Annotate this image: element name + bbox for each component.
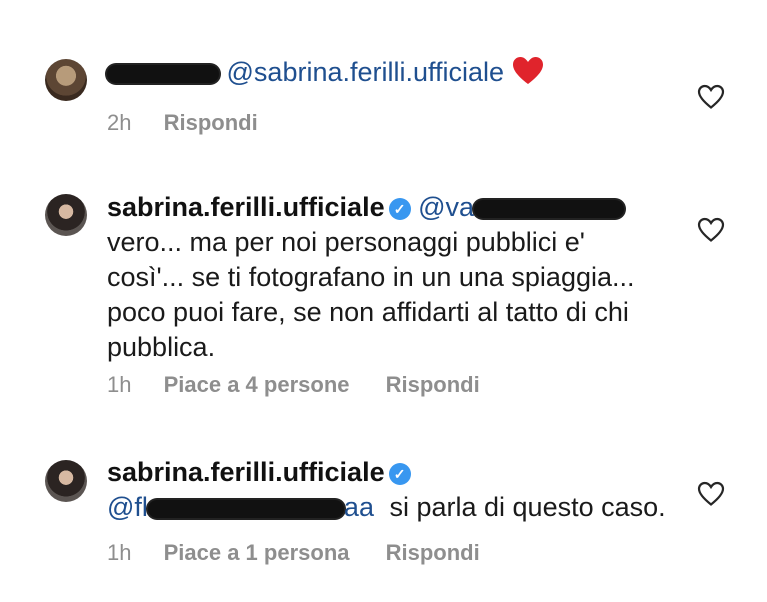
username[interactable]: sabrina.ferilli.ufficiale — [107, 457, 385, 487]
like-heart-icon[interactable] — [697, 84, 725, 110]
mention-link[interactable]: @sabrina.ferilli.ufficiale — [227, 57, 505, 87]
comment-body: @sabrina.ferilli.ufficiale — [107, 55, 667, 90]
avatar[interactable] — [45, 194, 87, 236]
like-heart-icon[interactable] — [697, 217, 725, 243]
mention-link[interactable]: @fl aa — [107, 492, 374, 522]
mention-link[interactable]: @va — [418, 192, 625, 222]
avatar[interactable] — [45, 59, 87, 101]
reply-button[interactable]: Rispondi — [164, 110, 258, 135]
username[interactable] — [107, 57, 227, 87]
comment-body: sabrina.ferilli.ufficiale ✓ @fl aa si parl… — [107, 455, 667, 525]
comment-meta: 1h Piace a 1 persona Rispondi — [107, 540, 510, 566]
red-heart-emoji-icon — [512, 57, 543, 84]
username[interactable]: sabrina.ferilli.ufficiale — [107, 192, 385, 222]
comment-meta: 2h Rispondi — [107, 110, 288, 136]
timestamp: 1h — [107, 540, 132, 565]
verified-badge-icon: ✓ — [388, 198, 411, 220]
comment-body: sabrina.ferilli.ufficiale ✓ @va vero... m… — [107, 190, 667, 365]
timestamp: 1h — [107, 372, 132, 397]
redacted-username — [107, 64, 219, 83]
redacted-mention — [147, 499, 344, 518]
likes-count[interactable]: Piace a 1 persona — [164, 540, 350, 565]
redacted-mention — [474, 199, 625, 218]
reply-button[interactable]: Rispondi — [386, 372, 480, 397]
comment-text: vero... ma per noi personaggi pubblici e… — [107, 227, 635, 362]
timestamp: 2h — [107, 110, 132, 135]
comment-text: si parla di questo caso. — [389, 492, 666, 522]
like-heart-icon[interactable] — [697, 481, 725, 507]
reply-button[interactable]: Rispondi — [386, 540, 480, 565]
avatar[interactable] — [45, 460, 87, 502]
likes-count[interactable]: Piace a 4 persone — [164, 372, 350, 397]
comment-meta: 1h Piace a 4 persone Rispondi — [107, 372, 510, 398]
verified-badge-icon: ✓ — [388, 463, 411, 485]
